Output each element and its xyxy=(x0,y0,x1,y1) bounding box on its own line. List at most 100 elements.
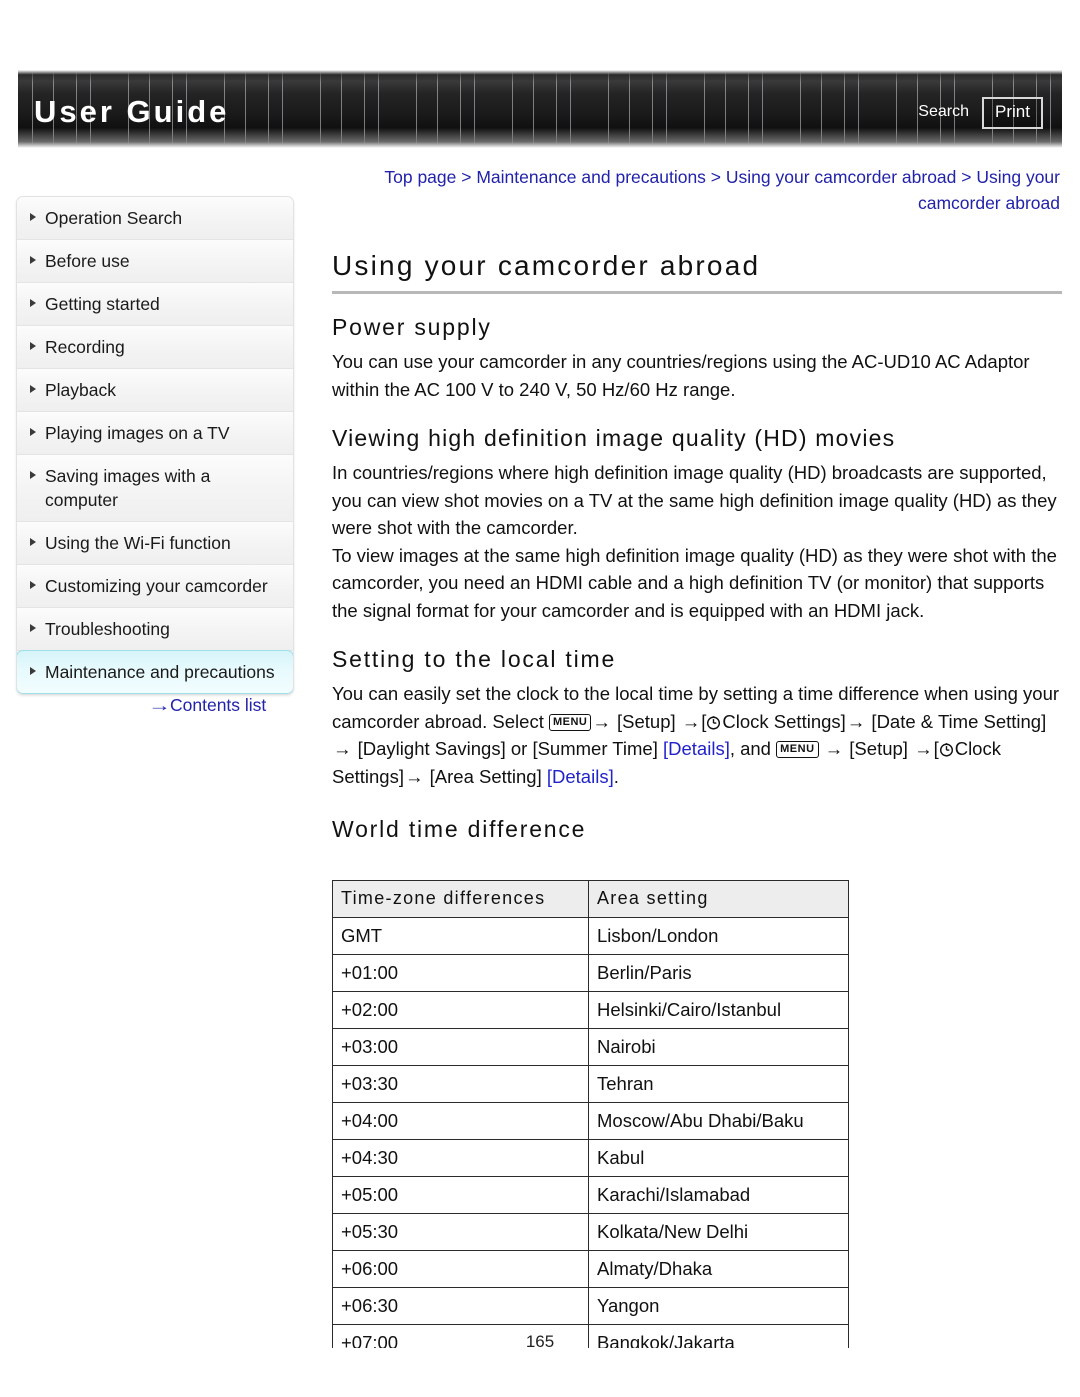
table-row: +06:30 Yangon xyxy=(332,1287,849,1325)
sidebar-item-playing-images-on-a-tv[interactable]: Playing images on a TV xyxy=(17,412,293,455)
page-title: Using your camcorder abroad xyxy=(332,248,1062,294)
cell-area-setting: Kolkata/New Delhi xyxy=(588,1213,849,1251)
triangle-right-icon xyxy=(30,342,36,350)
cell-time-zone-difference: +04:00 xyxy=(332,1102,589,1140)
triangle-right-icon xyxy=(30,667,36,675)
arrow-right-icon: → xyxy=(914,738,933,759)
section-heading-setting-local-time: Setting to the local time xyxy=(332,646,617,672)
sidebar-item-label: Recording xyxy=(45,337,125,357)
contents-list-link[interactable]: →Contents list xyxy=(148,694,266,717)
cell-time-zone-difference: +04:30 xyxy=(332,1139,589,1177)
arrow-right-icon: → xyxy=(824,738,844,759)
sidebar-item-before-use[interactable]: Before use xyxy=(17,240,293,283)
local-time-text-6: [Setup] xyxy=(844,738,914,759)
sidebar-item-label: Saving images with a computer xyxy=(45,466,211,510)
arrow-right-icon: → xyxy=(333,738,352,759)
sidebar-item-customizing-your-camcorder[interactable]: Customizing your camcorder xyxy=(17,565,293,608)
sidebar-item-recording[interactable]: Recording xyxy=(17,326,293,369)
cell-area-setting: Karachi/Islamabad xyxy=(588,1176,849,1214)
cell-area-setting: Moscow/Abu Dhabi/Baku xyxy=(588,1102,849,1140)
triangle-right-icon xyxy=(30,428,36,436)
column-header-area-setting: Area setting xyxy=(588,880,849,918)
page-number: 165 xyxy=(0,1331,1080,1353)
contents-list-label: Contents list xyxy=(170,695,267,715)
table-row: +01:00 Berlin/Paris xyxy=(332,954,849,992)
cell-area-setting: Helsinki/Cairo/Istanbul xyxy=(588,991,849,1029)
sidebar-item-saving-images-with-a-computer[interactable]: Saving images with a computer xyxy=(17,455,293,522)
arrow-right-icon: → xyxy=(681,710,701,732)
header-banner: User Guide Search Print xyxy=(18,70,1062,148)
table-row: +05:00 Karachi/Islamabad xyxy=(332,1176,849,1214)
table-row: GMT Lisbon/London xyxy=(332,917,849,955)
triangle-right-icon xyxy=(30,256,36,264)
sidebar-item-label: Getting started xyxy=(45,294,160,314)
cell-time-zone-difference: +02:00 xyxy=(332,991,589,1029)
triangle-right-icon xyxy=(30,538,36,546)
cell-time-zone-difference: +05:00 xyxy=(332,1176,589,1214)
local-time-text-5: , and xyxy=(729,738,777,759)
details-link-1[interactable]: [Details] xyxy=(663,738,730,759)
paragraph-local-time: You can easily set the clock to the loca… xyxy=(332,680,1062,790)
sidebar-item-label: Playing images on a TV xyxy=(45,423,230,443)
column-header-time-zone-differences: Time-zone differences xyxy=(332,880,589,918)
sidebar-item-label: Operation Search xyxy=(45,208,183,228)
sidebar-item-using-the-wifi-function[interactable]: Using the Wi-Fi function xyxy=(17,522,293,565)
cell-area-setting: Nairobi xyxy=(588,1028,849,1066)
cell-time-zone-difference: +05:30 xyxy=(332,1213,589,1251)
local-time-text-2: [Setup] xyxy=(611,710,681,732)
table-row: +03:30 Tehran xyxy=(332,1065,849,1103)
table-row: +02:00 Helsinki/Cairo/Istanbul xyxy=(332,991,849,1029)
world-time-table-clip: Time-zone differences Area setting GMT Li… xyxy=(332,858,1072,1348)
section-heading-power-supply: Power supply xyxy=(332,314,492,340)
local-time-text-4: [Daylight Savings] or [Summer Time] xyxy=(352,738,663,759)
page-number-value: 165 xyxy=(519,1332,561,1351)
clock-icon xyxy=(939,737,954,757)
sidebar-item-playback[interactable]: Playback xyxy=(17,369,293,412)
table-row: +06:00 Almaty/Dhaka xyxy=(332,1250,849,1288)
arrow-right-icon: → xyxy=(846,710,866,732)
arrow-right-icon: → xyxy=(592,710,611,732)
breadcrumb[interactable]: Top page > Maintenance and precautions >… xyxy=(330,164,1060,216)
sidebar-item-label: Customizing your camcorder xyxy=(45,576,268,596)
table-row: +04:30 Kabul xyxy=(332,1139,849,1177)
clock-settings-label: Clock Settings] xyxy=(722,710,846,732)
sidebar-item-troubleshooting[interactable]: Troubleshooting xyxy=(17,608,293,651)
local-time-text-7: [Area Setting] xyxy=(424,765,547,787)
cell-time-zone-difference: +01:00 xyxy=(332,954,589,992)
triangle-right-icon xyxy=(30,581,36,589)
sidebar-item-label: Using the Wi-Fi function xyxy=(45,533,231,553)
table-row: +05:30 Kolkata/New Delhi xyxy=(332,1213,849,1251)
paragraph-power-supply: You can use your camcorder in any countr… xyxy=(332,351,1030,400)
cell-area-setting: Yangon xyxy=(588,1287,849,1325)
sidebar-nav: Operation Search Before use Getting star… xyxy=(16,196,294,695)
section-heading-viewing-hd-movies: Viewing high definition image quality (H… xyxy=(332,425,896,451)
print-button[interactable]: Print xyxy=(982,97,1043,129)
sidebar-item-operation-search[interactable]: Operation Search xyxy=(17,197,293,240)
paragraph-hd-2: To view images at the same high definiti… xyxy=(332,544,1057,621)
sidebar-item-maintenance-and-precautions[interactable]: Maintenance and precautions xyxy=(17,650,293,694)
table-row: +03:00 Nairobi xyxy=(332,1028,849,1066)
details-link-2[interactable]: [Details] xyxy=(547,766,614,787)
cell-time-zone-difference: +06:00 xyxy=(332,1250,589,1288)
table-header-row: Time-zone differences Area setting xyxy=(332,880,849,918)
arrow-right-icon: → xyxy=(148,696,171,715)
sidebar-item-getting-started[interactable]: Getting started xyxy=(17,283,293,326)
app-title: User Guide xyxy=(34,94,230,129)
search-button[interactable]: Search xyxy=(918,102,969,122)
table-row: +04:00 Moscow/Abu Dhabi/Baku xyxy=(332,1102,849,1140)
cell-time-zone-difference: +03:30 xyxy=(332,1065,589,1103)
world-time-difference-table: Time-zone differences Area setting GMT Li… xyxy=(332,880,849,1348)
period: . xyxy=(613,765,619,787)
triangle-right-icon xyxy=(30,471,36,479)
cell-time-zone-difference: +03:00 xyxy=(332,1028,589,1066)
clock-icon xyxy=(706,710,721,730)
sidebar-item-label: Before use xyxy=(45,251,130,271)
table-body: GMT Lisbon/London +01:00 Berlin/Paris +02:00… xyxy=(332,917,849,1348)
menu-icon: MENU xyxy=(776,741,819,758)
cell-area-setting: Lisbon/London xyxy=(588,917,849,955)
triangle-right-icon xyxy=(30,385,36,393)
triangle-right-icon xyxy=(30,213,36,221)
